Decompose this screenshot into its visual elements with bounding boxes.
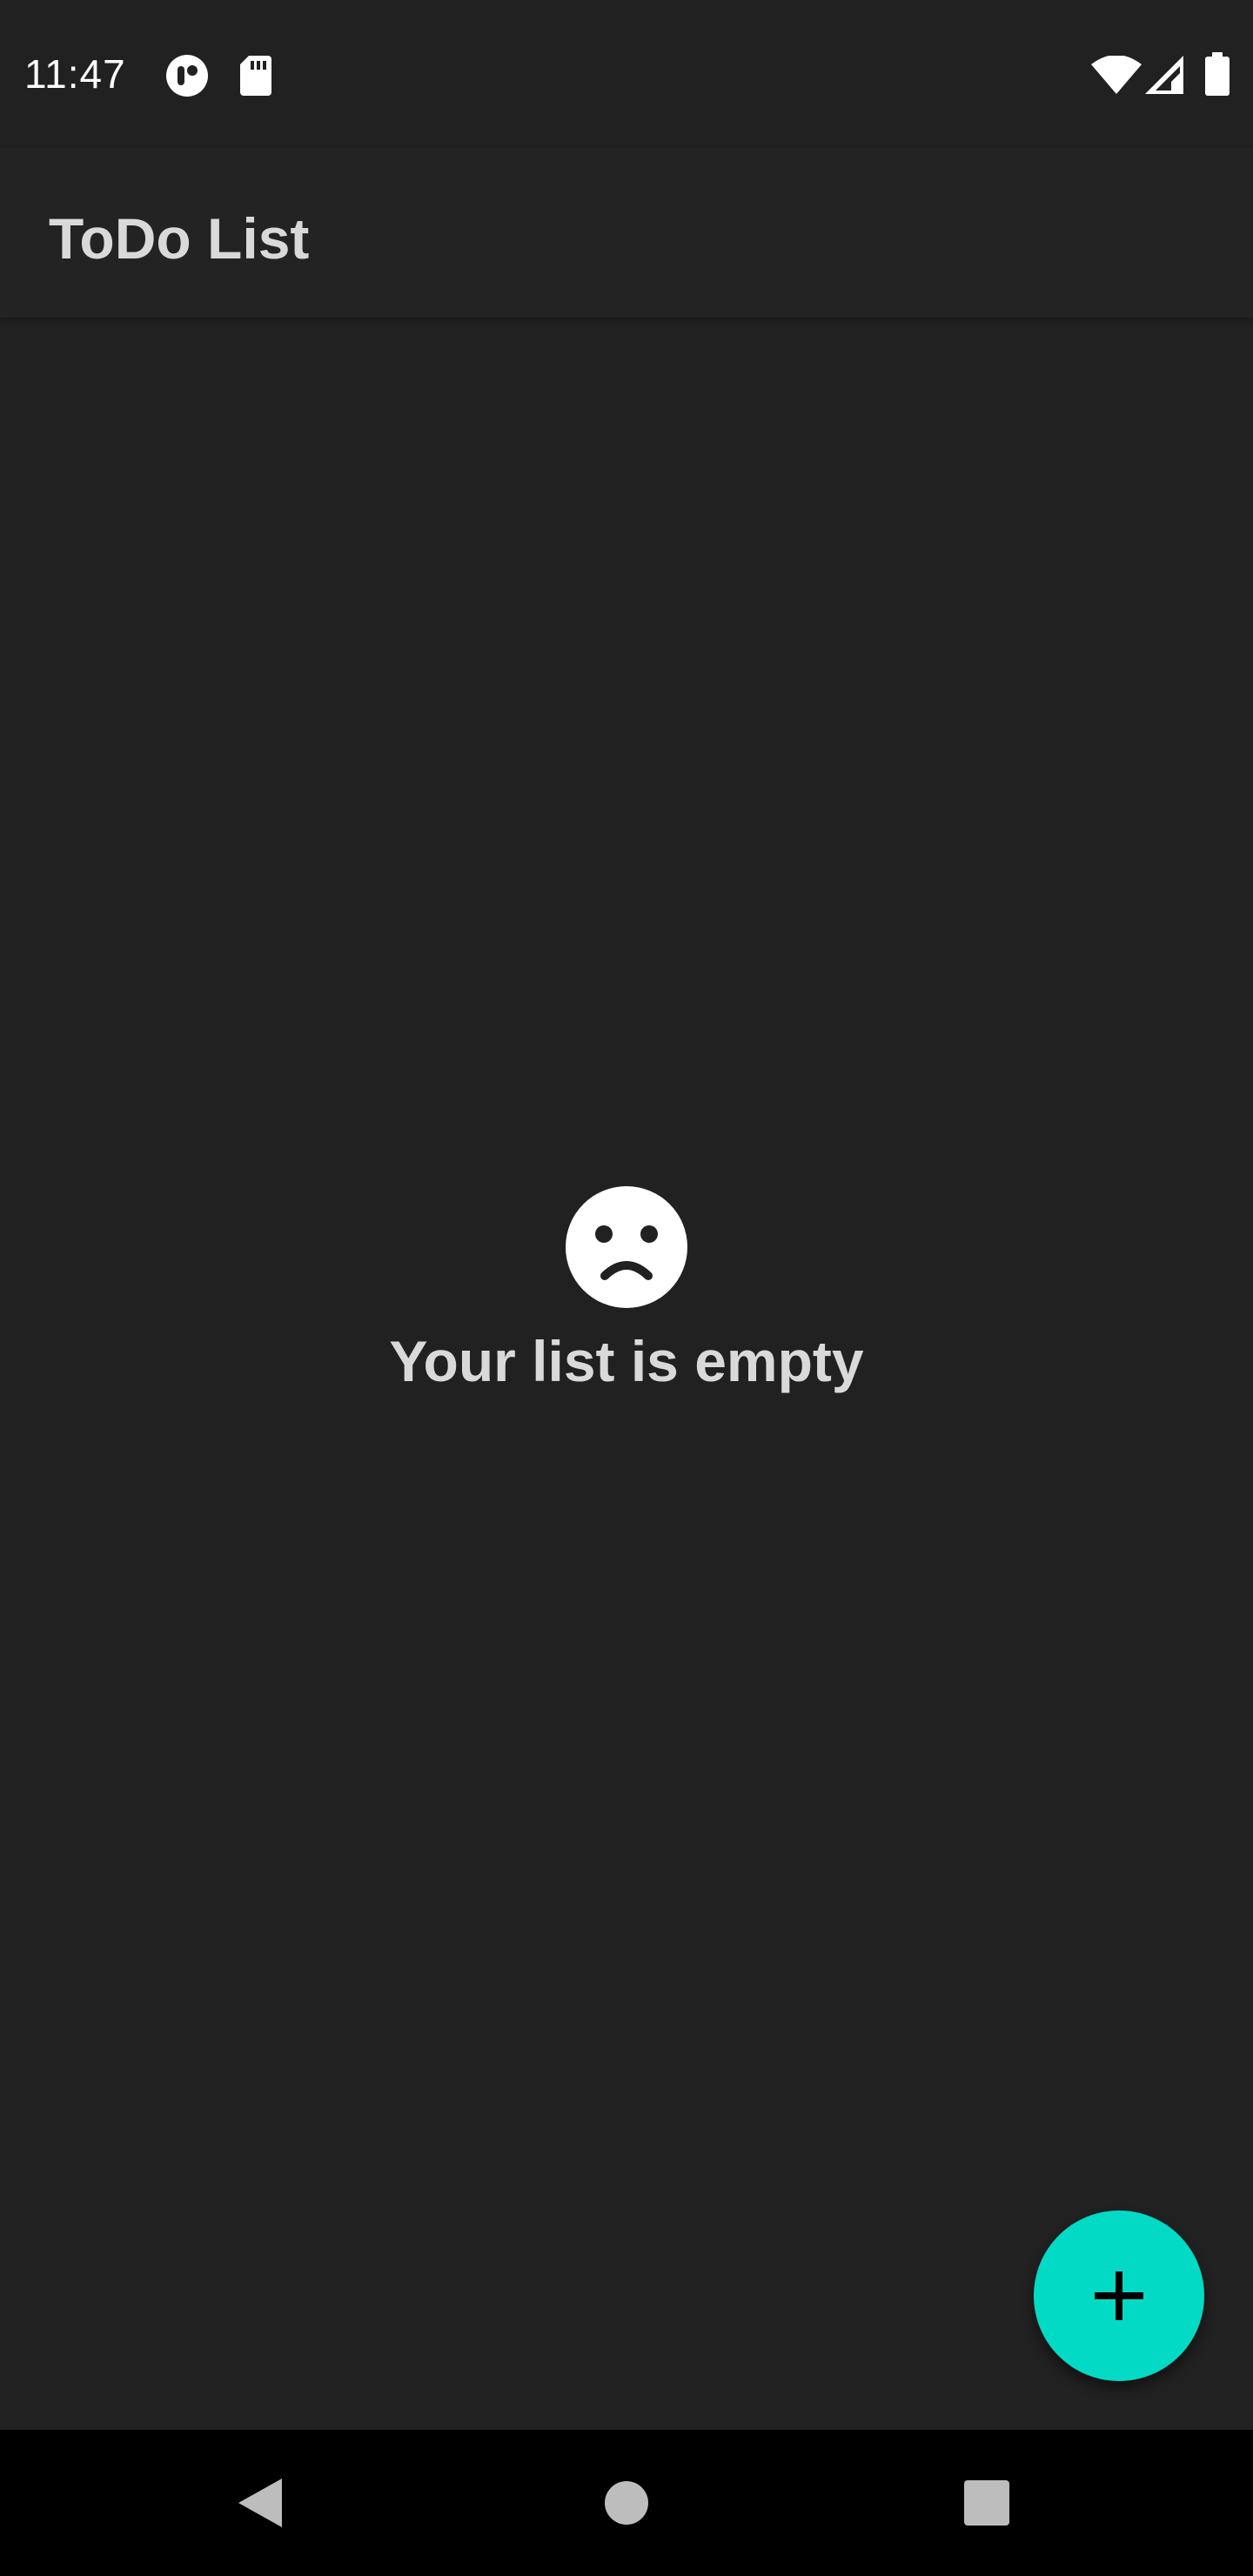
nav-recents-button[interactable]: [935, 2451, 1039, 2555]
status-bar: 11:47: [0, 0, 1253, 148]
nav-back-button[interactable]: [209, 2451, 313, 2555]
status-time: 11:47: [24, 51, 126, 97]
battery-icon: [1205, 52, 1230, 96]
recents-icon: [964, 2480, 1009, 2526]
assistant-status-icon: [166, 55, 208, 97]
empty-state: Your list is empty: [0, 1185, 1253, 1394]
home-icon: [605, 2481, 648, 2525]
wifi-icon: [1091, 56, 1142, 94]
back-icon: [238, 2479, 282, 2527]
empty-message: Your list is empty: [389, 1329, 864, 1393]
add-todo-button[interactable]: [1034, 2210, 1204, 2381]
plus-icon: [1095, 2271, 1143, 2320]
nav-home-button[interactable]: [574, 2451, 679, 2555]
cell-signal-icon: [1145, 56, 1183, 94]
sad-face-icon: [566, 1186, 687, 1308]
navigation-bar: [0, 2430, 1253, 2576]
app-title: ToDo List: [49, 206, 310, 271]
app-bar: ToDo List: [0, 148, 1253, 318]
sd-card-icon: [240, 56, 271, 96]
screen: 11:47 ToDo List Your list is empty: [0, 0, 1253, 2576]
